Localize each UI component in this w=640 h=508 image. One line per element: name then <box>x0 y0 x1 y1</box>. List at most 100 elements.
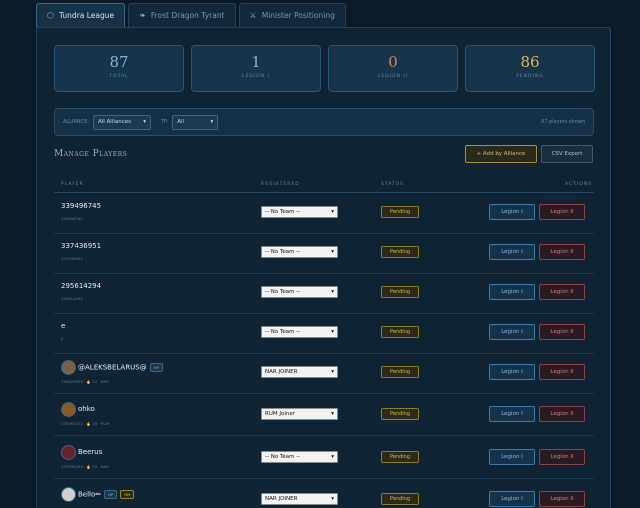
status-badge: Pending <box>381 206 419 218</box>
chevron-down-icon: ▾ <box>331 249 334 255</box>
chevron-down-icon: ▾ <box>331 329 334 335</box>
team-select-value: NAR JOINER <box>265 496 298 502</box>
assign-legion-1-button[interactable]: Legion I <box>489 449 535 465</box>
player-name: ohko <box>78 405 95 413</box>
player-id: e <box>61 336 64 341</box>
status-badge: Pending <box>381 366 419 378</box>
stat-value: 86 <box>520 53 540 71</box>
dragon-icon: ❧ <box>139 11 146 20</box>
tf-filter-label: TF: <box>160 119 169 125</box>
filter-bar: ALLIANCE: All Alliances ▾ TF: All ▾ 87 p… <box>54 108 594 136</box>
avatar <box>61 487 76 502</box>
player-name: 339496745 <box>61 202 102 210</box>
add-by-alliance-button[interactable]: + Add by Alliance <box>465 145 537 163</box>
team-select[interactable]: -- No Team -- ▾ <box>261 326 338 338</box>
player-id: 337436951 <box>61 256 83 261</box>
avatar <box>61 445 76 460</box>
table-row: ohko 335067202 · 🔥 75 · RUM RUM Joiner ▾ Pen… <box>54 396 594 436</box>
tab-frost-dragon-tyrant[interactable]: ❧ Frost Dragon Tyrant <box>128 3 236 27</box>
table-row: @ALEKSBELARUS@ HP 336429835 · 🔥 72 · NAR NA… <box>54 354 594 394</box>
status-badge: Pending <box>381 246 419 258</box>
table-row: 337436951 337436951 -- No Team -- ▾ Pending L… <box>54 234 594 274</box>
tab-bar: ⬡ Tundra League ❧ Frost Dragon Tyrant ⚔ … <box>36 3 346 27</box>
main-panel: 87 TOTAL 1 LEGION I 0 LEGION II 86 PENDI… <box>36 27 611 508</box>
status-badge: Pending <box>381 326 419 338</box>
team-select-value: -- No Team -- <box>265 329 301 335</box>
shield-icon: ⬡ <box>47 11 54 20</box>
stat-total: 87 TOTAL <box>54 45 184 92</box>
stat-label: TOTAL <box>109 74 129 79</box>
tab-label: Minister Positioning <box>261 11 335 20</box>
avatar <box>61 402 76 417</box>
section-title: Manage Players <box>54 149 128 159</box>
team-select-value: -- No Team -- <box>265 454 301 460</box>
table-row: 339496745 339496745 -- No Team -- ▾ Pending L… <box>54 194 594 234</box>
avatar <box>61 360 76 375</box>
assign-legion-2-button[interactable]: Legion II <box>539 204 585 220</box>
tab-tundra-league[interactable]: ⬡ Tundra League <box>36 3 126 27</box>
team-select[interactable]: -- No Team -- ▾ <box>261 206 338 218</box>
team-select[interactable]: -- No Team -- ▾ <box>261 286 338 298</box>
player-id: 335930295 · 🔥 74 · NAR <box>61 464 109 469</box>
stat-value: 87 <box>109 53 129 71</box>
team-select-value: -- No Team -- <box>265 249 301 255</box>
assign-legion-2-button[interactable]: Legion II <box>539 244 585 260</box>
player-name: Beerus <box>78 448 103 456</box>
tf-select[interactable]: All ▾ <box>172 114 219 130</box>
players-shown-count: 87 players shown <box>541 119 585 125</box>
assign-legion-1-button[interactable]: Legion I <box>489 324 535 340</box>
player-id: 295614294 <box>61 296 83 301</box>
assign-legion-2-button[interactable]: Legion II <box>539 491 585 507</box>
role-badge: HP <box>104 490 118 499</box>
player-name: 295614294 <box>61 282 102 290</box>
status-badge: Pending <box>381 286 419 298</box>
team-select[interactable]: RUM Joiner ▾ <box>261 408 338 420</box>
assign-legion-2-button[interactable]: Legion II <box>539 284 585 300</box>
tab-label: Tundra League <box>58 11 115 20</box>
chevron-down-icon: ▾ <box>331 289 334 295</box>
assign-legion-1-button[interactable]: Legion I <box>489 406 535 422</box>
stat-pending: 86 PENDING <box>465 45 595 92</box>
alliance-select-value: All Alliances <box>97 119 132 125</box>
column-header-status: STATUS <box>381 182 404 187</box>
assign-legion-1-button[interactable]: Legion I <box>489 204 535 220</box>
column-header-actions: ACTIONS <box>565 182 592 187</box>
assign-legion-2-button[interactable]: Legion II <box>539 449 585 465</box>
player-id: 339496745 <box>61 216 83 221</box>
assign-legion-1-button[interactable]: Legion I <box>489 284 535 300</box>
alliance-filter-label: ALLIANCE: <box>63 119 89 125</box>
team-select[interactable]: NAR JOINER ▾ <box>261 493 338 505</box>
alliance-select[interactable]: All Alliances ▾ <box>92 114 151 130</box>
team-select[interactable]: NAR JOINER ▾ <box>261 366 338 378</box>
stat-legion-2: 0 LEGION II <box>328 45 458 92</box>
status-badge: Pending <box>381 451 419 463</box>
chevron-down-icon: ▾ <box>210 119 214 125</box>
stat-label: LEGION I <box>242 74 270 79</box>
column-header-player: PLAYER <box>61 182 84 187</box>
stat-value: 0 <box>388 53 398 71</box>
assign-legion-1-button[interactable]: Legion I <box>489 491 535 507</box>
column-header-registered: REGISTERED <box>261 182 300 187</box>
swords-icon: ⚔ <box>249 11 257 20</box>
player-name: e <box>61 322 66 330</box>
team-select-value: RUM Joiner <box>265 411 295 417</box>
csv-export-button[interactable]: CSV Export <box>541 145 593 163</box>
role-badge: HM <box>120 490 135 499</box>
assign-legion-2-button[interactable]: Legion II <box>539 364 585 380</box>
tab-minister-positioning[interactable]: ⚔ Minister Positioning <box>238 3 346 27</box>
table-header: PLAYER REGISTERED STATUS ACTIONS <box>54 179 594 193</box>
team-select[interactable]: -- No Team -- ▾ <box>261 451 338 463</box>
tab-label: Frost Dragon Tyrant <box>150 11 225 20</box>
assign-legion-2-button[interactable]: Legion II <box>539 324 585 340</box>
team-select-value: NAR JOINER <box>265 369 298 375</box>
assign-legion-1-button[interactable]: Legion I <box>489 244 535 260</box>
team-select[interactable]: -- No Team -- ▾ <box>261 246 338 258</box>
chevron-down-icon: ▾ <box>331 209 334 215</box>
player-name: 337436951 <box>61 242 102 250</box>
player-name: @ALEKSBELARUS@ HP <box>78 363 163 372</box>
assign-legion-1-button[interactable]: Legion I <box>489 364 535 380</box>
stat-value: 1 <box>251 53 261 71</box>
chevron-down-icon: ▾ <box>331 411 334 417</box>
assign-legion-2-button[interactable]: Legion II <box>539 406 585 422</box>
tf-select-value: All <box>177 119 185 125</box>
